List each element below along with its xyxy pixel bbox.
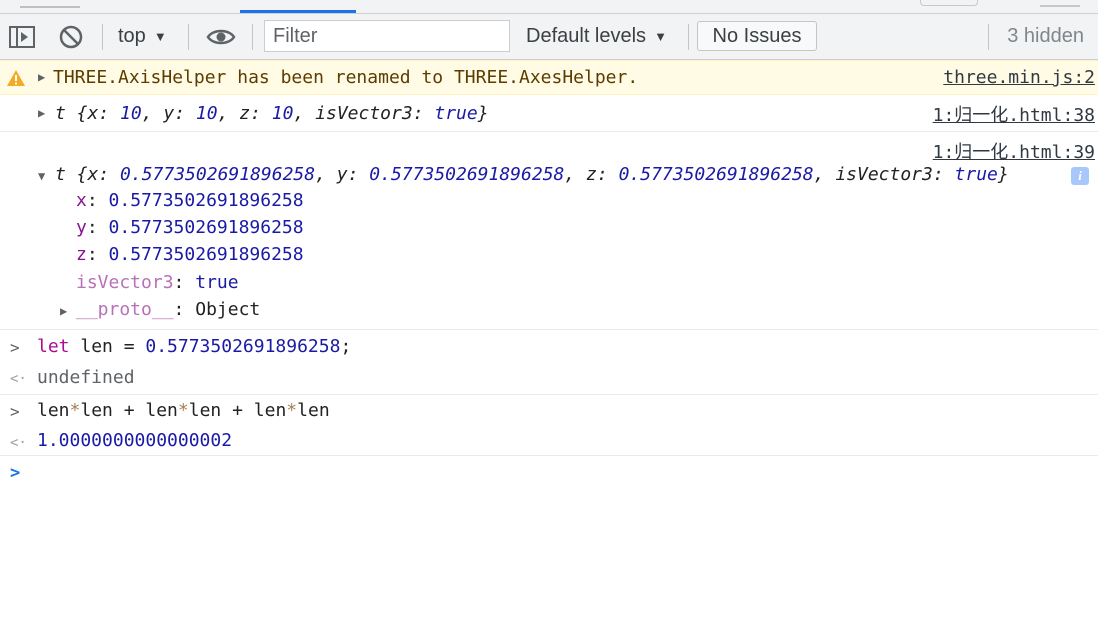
warning-icon [7,70,25,86]
log-levels-dropdown[interactable]: Default levels ▼ [526,14,667,59]
input-prompt-icon: > [10,338,20,357]
source-link[interactable]: three.min.js:2 [943,67,1095,88]
sidebar-toggle-button[interactable] [8,14,36,59]
live-expression-button[interactable] [206,14,236,59]
toolbar-divider [988,24,989,50]
toolbar-divider [188,24,189,50]
hidden-count[interactable]: 3 hidden [1007,14,1084,59]
tab-fragment [920,0,978,6]
collapse-triangle-icon[interactable]: ▼ [38,169,54,183]
command-text: len*len + len*len + len*len [37,400,330,421]
eye-icon [206,29,236,44]
toolbar-divider [252,24,253,50]
expand-triangle-icon[interactable]: ▶ [38,106,54,120]
expand-triangle-icon[interactable]: ▶ [60,304,76,318]
active-tab-indicator [240,10,356,13]
console-toolbar: top ▼ Default levels ▼ No Issues 3 hidde… [0,14,1098,60]
property-x: x: 0.5773502691896258 [76,190,304,211]
object-preview[interactable]: t {x: 10, y: 10, z: 10, isVector3: true} [55,103,489,124]
result-text: 1.0000000000000002 [37,430,233,451]
filter-input[interactable] [264,20,510,52]
log-levels-label: Default levels [526,25,647,47]
console-log-message: ▶ t {x: 10, y: 10, z: 10, isVector3: tru… [0,96,1098,132]
result-arrow-icon: <· [10,371,27,387]
console-warning-message: ▶ THREE.AxisHelper has been renamed to T… [0,60,1098,95]
console-input-area[interactable]: > [0,457,1098,627]
tab-fragment [1040,0,1080,7]
active-prompt-icon: > [10,463,21,483]
source-link[interactable]: 1:归一化.html:38 [933,101,1095,127]
property-y: y: 0.5773502691896258 [76,217,304,238]
tab-fragment [20,0,80,8]
source-link[interactable]: 1:归一化.html:39 [933,138,1095,164]
result-arrow-icon: <· [10,435,27,451]
result-text: undefined [37,367,135,388]
context-label: top [118,25,146,47]
property-z: z: 0.5773502691896258 [76,244,304,265]
info-icon[interactable]: i [1071,167,1089,185]
tab-strip [0,0,1098,14]
chevron-down-icon: ▼ [153,29,167,44]
warning-text: THREE.AxisHelper has been renamed to THR… [53,67,639,88]
toolbar-divider [688,24,689,50]
input-prompt-icon: > [10,402,20,421]
object-preview[interactable]: t {x: 0.5773502691896258, y: 0.577350269… [55,164,1009,185]
expand-triangle-icon[interactable]: ▶ [38,70,54,84]
clear-console-button[interactable] [58,14,84,59]
property-isvector3: isVector3: true [76,272,239,293]
chevron-down-icon: ▼ [654,29,667,44]
console-command-group: > let len = 0.5773502691896258; <· undef… [0,331,1098,395]
sidebar-toggle-icon [9,25,35,48]
command-text: let len = 0.5773502691896258; [37,336,352,357]
issues-button[interactable]: No Issues [697,21,817,51]
console-command-group: > len*len + len*len + len*len <· 1.00000… [0,395,1098,456]
block-icon [59,25,83,48]
toolbar-divider [102,24,103,50]
property-proto[interactable]: __proto__: Object [76,299,260,320]
issues-label: No Issues [712,24,802,47]
context-selector[interactable]: top ▼ [118,14,167,59]
console-log-message-expanded: 1:归一化.html:39 ▼ t {x: 0.5773502691896258… [0,132,1098,330]
